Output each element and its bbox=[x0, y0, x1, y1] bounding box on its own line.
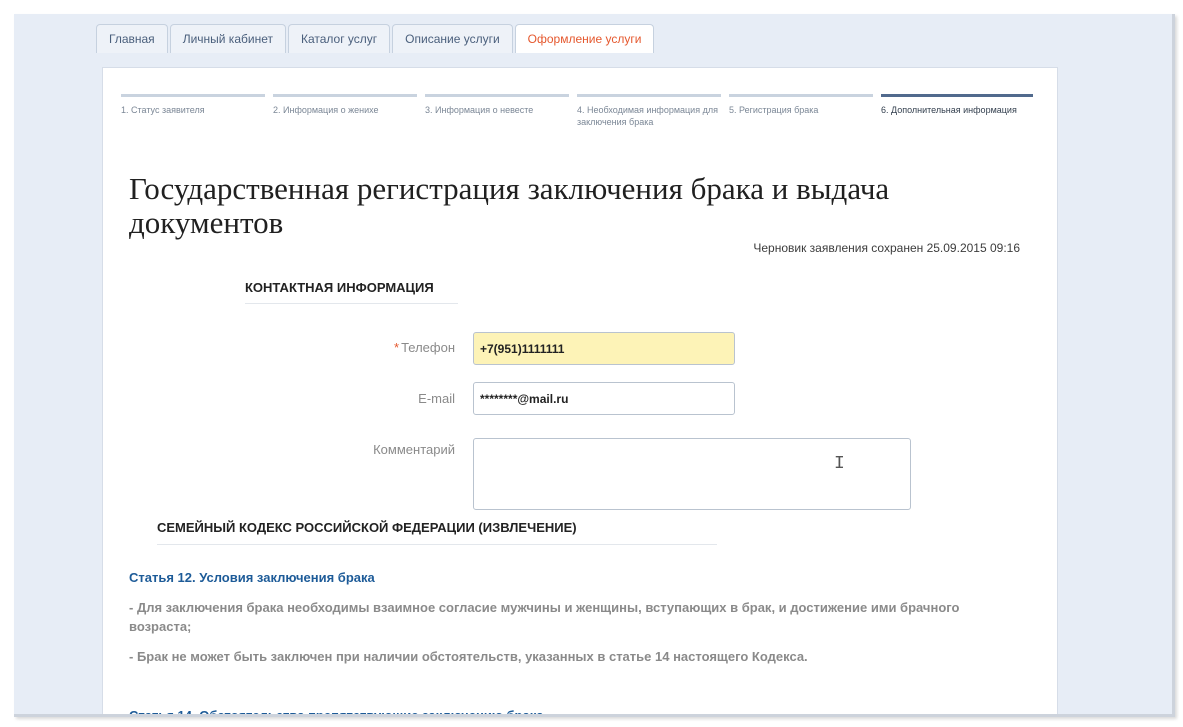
text-cursor-icon: I bbox=[834, 454, 845, 474]
comment-textarea[interactable] bbox=[473, 438, 911, 510]
step-groom-info[interactable]: 2. Информация о женихе bbox=[273, 94, 417, 134]
page-title: Государственная регистрация заключения б… bbox=[129, 171, 890, 240]
step-applicant-status[interactable]: 1. Статус заявителя bbox=[121, 94, 265, 134]
tab-service-description[interactable]: Описание услуги bbox=[392, 24, 513, 53]
top-navigation-tabs: Главная Личный кабинет Каталог услуг Опи… bbox=[96, 24, 656, 54]
wizard-steps: 1. Статус заявителя 2. Информация о жени… bbox=[121, 94, 1037, 134]
family-code-heading: СЕМЕЙНЫЙ КОДЕКС РОССИЙСКОЙ ФЕДЕРАЦИИ (ИЗ… bbox=[157, 520, 717, 545]
tab-personal-cabinet[interactable]: Личный кабинет bbox=[169, 24, 286, 53]
step-marriage-info[interactable]: 4. Необходимая информация для заключения… bbox=[577, 94, 721, 134]
article-12-paragraph-1: - Для заключения брака необходимы взаимн… bbox=[129, 600, 960, 634]
phone-label: * Телефон bbox=[255, 340, 455, 355]
step-additional-info[interactable]: 6. Дополнительная информация bbox=[881, 94, 1033, 134]
article-12-title: Статья 12. Условия заключения брака bbox=[129, 570, 375, 585]
draft-saved-status: Черновик заявления сохранен 25.09.2015 0… bbox=[753, 241, 1020, 255]
tab-service-application[interactable]: Оформление услуги bbox=[514, 24, 655, 53]
email-label: E-mail bbox=[418, 391, 455, 406]
main-content-panel: 1. Статус заявителя 2. Информация о жени… bbox=[102, 67, 1058, 717]
required-mark: * bbox=[394, 340, 400, 355]
tab-home[interactable]: Главная bbox=[96, 24, 168, 53]
contact-info-heading: КОНТАКТНАЯ ИНФОРМАЦИЯ bbox=[245, 280, 458, 304]
email-input[interactable] bbox=[473, 382, 735, 415]
step-bride-info[interactable]: 3. Информация о невесте bbox=[425, 94, 569, 134]
article-14-title: Статья 14. Обстоятельства препятствующие… bbox=[129, 708, 544, 717]
phone-input[interactable] bbox=[473, 332, 735, 365]
browser-viewport: Главная Личный кабинет Каталог услуг Опи… bbox=[14, 14, 1175, 717]
tab-service-catalog[interactable]: Каталог услуг bbox=[287, 24, 391, 53]
step-marriage-registration[interactable]: 5. Регистрация брака bbox=[729, 94, 873, 134]
phone-label-text: Телефон bbox=[401, 340, 455, 355]
comment-label: Комментарий bbox=[373, 442, 455, 457]
article-12-paragraph-2: - Брак не может быть заключен при наличи… bbox=[129, 649, 808, 664]
